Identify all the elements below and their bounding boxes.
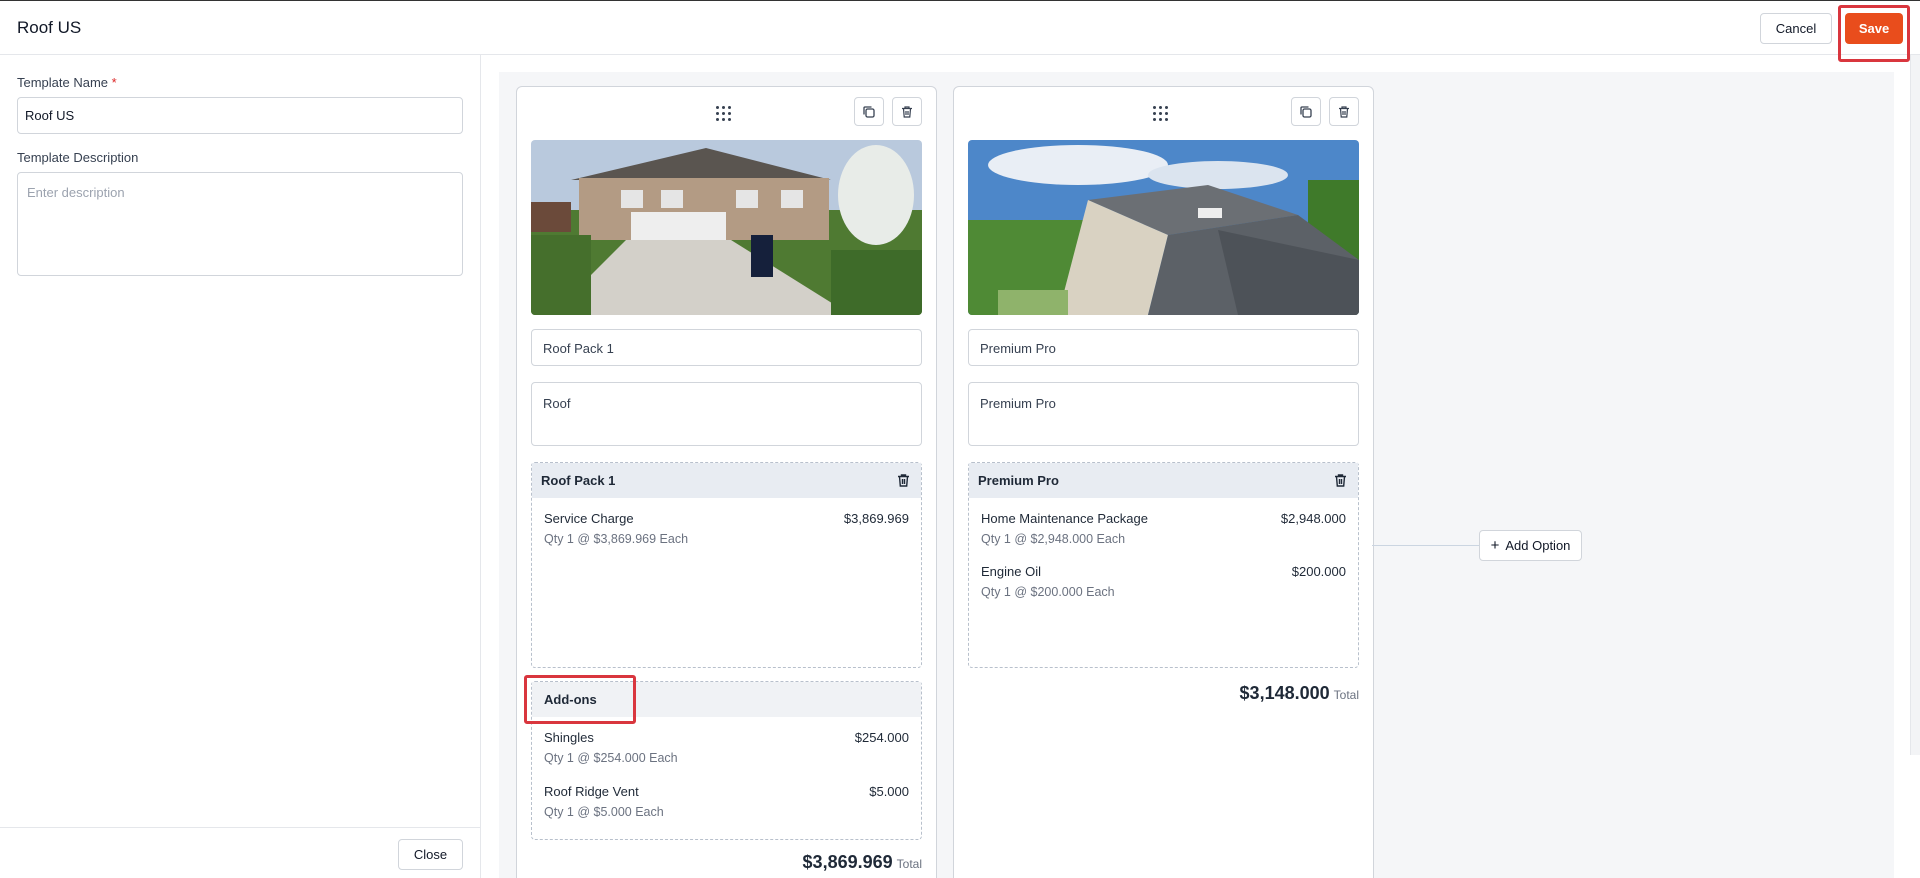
- line-item-detail: Qty 1 @ $200.000 Each: [981, 585, 1115, 599]
- duplicate-option-button[interactable]: [854, 97, 884, 126]
- trash-icon[interactable]: [895, 472, 912, 489]
- trash-icon[interactable]: [1332, 472, 1349, 489]
- addons-group: Add-ons Shingles $254.000 Qty 1 @ $254.0…: [531, 681, 922, 840]
- option-description-field[interactable]: Premium Pro: [968, 382, 1359, 446]
- option-total-amount: $3,869.969: [802, 852, 893, 872]
- option-title-field[interactable]: Roof Pack 1: [531, 329, 922, 366]
- option-card-roof-pack-1: Roof Pack 1 Roof Roof Pack 1 Service Cha…: [516, 86, 937, 878]
- line-item-amount: $200.000: [1291, 564, 1346, 579]
- addon-item[interactable]: Shingles $254.000 Qty 1 @ $254.000 Each: [544, 730, 909, 765]
- required-mark: *: [111, 75, 117, 90]
- add-option-connector: [1372, 545, 1480, 546]
- addon-item[interactable]: Roof Ridge Vent $5.000 Qty 1 @ $5.000 Ea…: [544, 784, 909, 819]
- copy-icon: [1300, 105, 1312, 118]
- house-photo: [531, 140, 922, 315]
- close-button[interactable]: Close: [398, 839, 463, 870]
- addons-group-header: Add-ons: [532, 682, 921, 717]
- addon-amount: $254.000: [854, 730, 909, 745]
- template-description-input[interactable]: [17, 172, 463, 276]
- roof-photo: [968, 140, 1359, 315]
- line-item-detail: Qty 1 @ $3,869.969 Each: [544, 532, 689, 546]
- add-option-label: Add Option: [1505, 538, 1571, 553]
- group-title: Premium Pro: [978, 473, 1059, 488]
- line-item-amount: $2,948.000: [1280, 511, 1346, 526]
- template-name-label-text: Template Name: [17, 75, 109, 90]
- line-item[interactable]: Service Charge $3,869.969 Qty 1 @ $3,869…: [544, 511, 909, 546]
- drag-handle-icon[interactable]: [1153, 106, 1169, 122]
- template-name-input[interactable]: [17, 97, 463, 134]
- plus-icon: +: [1490, 537, 1500, 554]
- option-title-field[interactable]: Premium Pro: [968, 329, 1359, 366]
- template-description-label: Template Description: [17, 150, 139, 165]
- duplicate-option-button[interactable]: [1291, 97, 1321, 126]
- line-item-detail: Qty 1 @ $2,948.000 Each: [981, 532, 1126, 546]
- option-card-premium-pro: Premium Pro Premium Pro Premium Pro Home…: [953, 86, 1374, 878]
- line-item-group: Premium Pro Home Maintenance Package $2,…: [968, 462, 1359, 668]
- option-total: $3,869.969 Total: [803, 852, 922, 873]
- addon-name: Roof Ridge Vent: [544, 784, 639, 799]
- option-total: $3,148.000 Total: [1240, 683, 1359, 704]
- trash-icon: [1339, 105, 1349, 118]
- top-bar: Roof US Cancel Save: [0, 0, 1920, 55]
- page-title: Roof US: [17, 18, 82, 37]
- delete-option-button[interactable]: [1329, 97, 1359, 126]
- line-item-group-header: Roof Pack 1: [532, 463, 921, 498]
- line-item[interactable]: Home Maintenance Package $2,948.000 Qty …: [981, 511, 1346, 546]
- save-button[interactable]: Save: [1845, 13, 1903, 44]
- line-item-amount: $3,869.969: [843, 511, 909, 526]
- drag-handle-icon[interactable]: [716, 106, 732, 122]
- left-panel-footer: Close: [0, 827, 480, 878]
- line-item-group-header: Premium Pro: [969, 463, 1358, 498]
- addons-title: Add-ons: [544, 692, 597, 707]
- line-item-group: Roof Pack 1 Service Charge $3,869.969 Qt…: [531, 462, 922, 668]
- delete-option-button[interactable]: [892, 97, 922, 126]
- copy-icon: [863, 105, 875, 118]
- template-form-panel: Template Name * Template Description Clo…: [0, 55, 481, 878]
- addon-detail: Qty 1 @ $5.000 Each: [544, 805, 664, 819]
- option-total-label: Total: [1333, 688, 1359, 702]
- cancel-button[interactable]: Cancel: [1760, 13, 1832, 44]
- option-total-label: Total: [896, 857, 922, 871]
- addon-detail: Qty 1 @ $254.000 Each: [544, 751, 678, 765]
- line-item[interactable]: Engine Oil $200.000 Qty 1 @ $200.000 Eac…: [981, 564, 1346, 599]
- addon-amount: $5.000: [869, 784, 909, 799]
- scrollbar[interactable]: [1910, 55, 1920, 755]
- add-option-button[interactable]: + Add Option: [1479, 530, 1582, 561]
- option-total-amount: $3,148.000: [1239, 683, 1330, 703]
- trash-icon: [902, 105, 912, 118]
- template-name-label: Template Name *: [17, 75, 117, 90]
- group-title: Roof Pack 1: [541, 473, 616, 488]
- option-description-field[interactable]: Roof: [531, 382, 922, 446]
